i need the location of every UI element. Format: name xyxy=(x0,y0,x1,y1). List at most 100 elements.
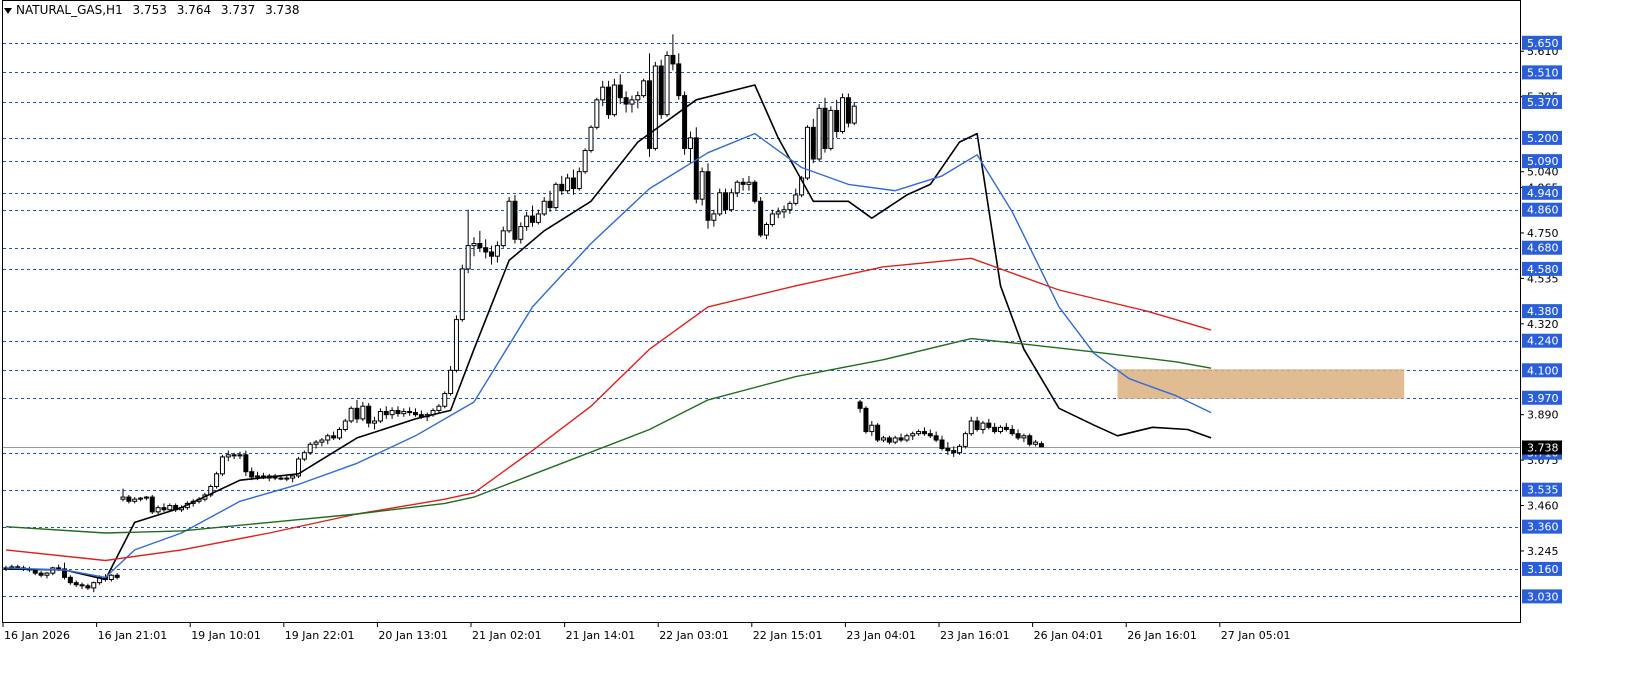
candle-body-up xyxy=(728,192,734,211)
candle xyxy=(845,93,851,128)
time-tick-label: 27 Jan 05:01 xyxy=(1221,629,1291,642)
candle xyxy=(693,127,699,204)
candle-body-down xyxy=(1003,426,1009,430)
symbol-timeframe: NATURAL_GAS,H1 xyxy=(16,3,123,17)
candle-body-up xyxy=(664,54,670,116)
candle-body-down xyxy=(857,401,863,409)
candle-body-down xyxy=(354,407,360,420)
candle-body-down xyxy=(559,183,565,192)
candle-body-up xyxy=(336,428,342,439)
level-label: 4.380 xyxy=(1527,305,1559,318)
candle-body-up xyxy=(881,437,886,441)
price-tick-label: 3.460 xyxy=(1527,500,1559,513)
candle-body-up xyxy=(500,230,506,247)
candle-body-up xyxy=(998,426,1003,433)
candle-body-down xyxy=(56,567,62,570)
candle-body-up xyxy=(91,582,97,589)
level-label: 5.650 xyxy=(1527,37,1559,50)
time-tick-label: 21 Jan 14:01 xyxy=(566,629,636,642)
candle-body-up xyxy=(348,407,354,422)
level-label: 5.090 xyxy=(1527,155,1559,168)
candle-body-up xyxy=(155,507,161,513)
candle-body-down xyxy=(658,65,664,116)
candle-body-down xyxy=(512,200,518,240)
candle xyxy=(149,494,155,514)
candle-body-up xyxy=(284,477,290,480)
time-tick-label: 20 Jan 13:01 xyxy=(378,629,448,642)
candle-body-down xyxy=(413,412,418,416)
level-label: 4.100 xyxy=(1527,364,1559,377)
candle-body-down xyxy=(530,215,535,223)
candle-body-down xyxy=(383,410,389,416)
candle xyxy=(682,91,688,155)
close-value: 3.738 xyxy=(265,3,300,17)
time-tick-label: 22 Jan 03:01 xyxy=(659,629,729,642)
price-tick-label: 4.320 xyxy=(1527,318,1559,331)
candle xyxy=(214,471,220,489)
candle-body-up xyxy=(465,245,471,270)
candle-body-up xyxy=(711,213,717,221)
candle-body-up xyxy=(869,424,875,433)
candle xyxy=(348,406,354,424)
candle-body-up xyxy=(120,496,126,500)
zone-rect xyxy=(1117,369,1405,399)
level-label: 5.370 xyxy=(1527,96,1559,109)
candle xyxy=(296,456,301,479)
candle-body-up xyxy=(225,454,231,458)
candle-body-up xyxy=(582,150,588,173)
candle-body-up xyxy=(448,369,454,395)
candle-body-down xyxy=(73,582,79,586)
candle-body-up xyxy=(1021,435,1027,439)
candle-body-down xyxy=(483,247,489,253)
candle-body-up xyxy=(635,95,641,101)
candle-body-up xyxy=(816,107,822,160)
candle-body-up xyxy=(290,475,296,479)
candle-body-down xyxy=(845,97,851,124)
candle-body-up xyxy=(904,435,910,441)
candle-body-down xyxy=(249,471,255,478)
dropdown-triangle-icon[interactable] xyxy=(4,7,12,14)
level-label: 3.970 xyxy=(1527,392,1559,405)
candle-body-up xyxy=(962,433,968,447)
candle-body-up xyxy=(319,439,325,443)
candle-body-up xyxy=(687,137,693,149)
candle-body-up xyxy=(44,572,50,576)
candle-body-up xyxy=(793,194,799,204)
candle-body-down xyxy=(670,54,676,65)
candle-body-down xyxy=(974,420,980,430)
candle xyxy=(828,106,834,151)
candle xyxy=(336,427,342,441)
candle-body-down xyxy=(126,496,132,502)
time-tick-label: 26 Jan 04:01 xyxy=(1034,629,1104,642)
candle-body-down xyxy=(623,97,629,105)
time-tick-label: 16 Jan 2026 xyxy=(4,629,70,642)
level-label: 3.535 xyxy=(1527,484,1559,497)
level-label: 3.030 xyxy=(1527,590,1559,603)
candle xyxy=(875,423,881,443)
candle-body-up xyxy=(442,393,448,407)
price-tick-label: 3.245 xyxy=(1527,545,1559,558)
candle-body-up xyxy=(781,209,787,213)
candle-body-down xyxy=(547,200,553,209)
candle-body-down xyxy=(951,450,957,454)
low-value: 3.737 xyxy=(220,3,256,17)
candle-body-down xyxy=(79,584,85,587)
candle-body-down xyxy=(38,572,44,576)
high-value: 3.764 xyxy=(176,3,212,17)
candle-body-up xyxy=(108,574,114,580)
candle xyxy=(723,188,729,214)
candle-body-up xyxy=(214,473,220,488)
candle xyxy=(758,197,764,238)
candle xyxy=(594,97,600,130)
candle-body-down xyxy=(32,569,38,574)
candle-body-up xyxy=(342,420,348,430)
candle xyxy=(219,454,225,476)
candle-body-up xyxy=(506,200,512,232)
candle-body-up xyxy=(734,181,740,194)
candle-body-down xyxy=(921,431,927,435)
candle-body-up xyxy=(167,505,173,511)
candle-body-down xyxy=(752,181,758,202)
price-chart[interactable]: 5.6105.3955.0404.9654.7504.5354.3203.890… xyxy=(0,0,1641,675)
time-tick-label: 21 Jan 02:01 xyxy=(472,629,542,642)
level-label: 4.240 xyxy=(1527,335,1559,348)
